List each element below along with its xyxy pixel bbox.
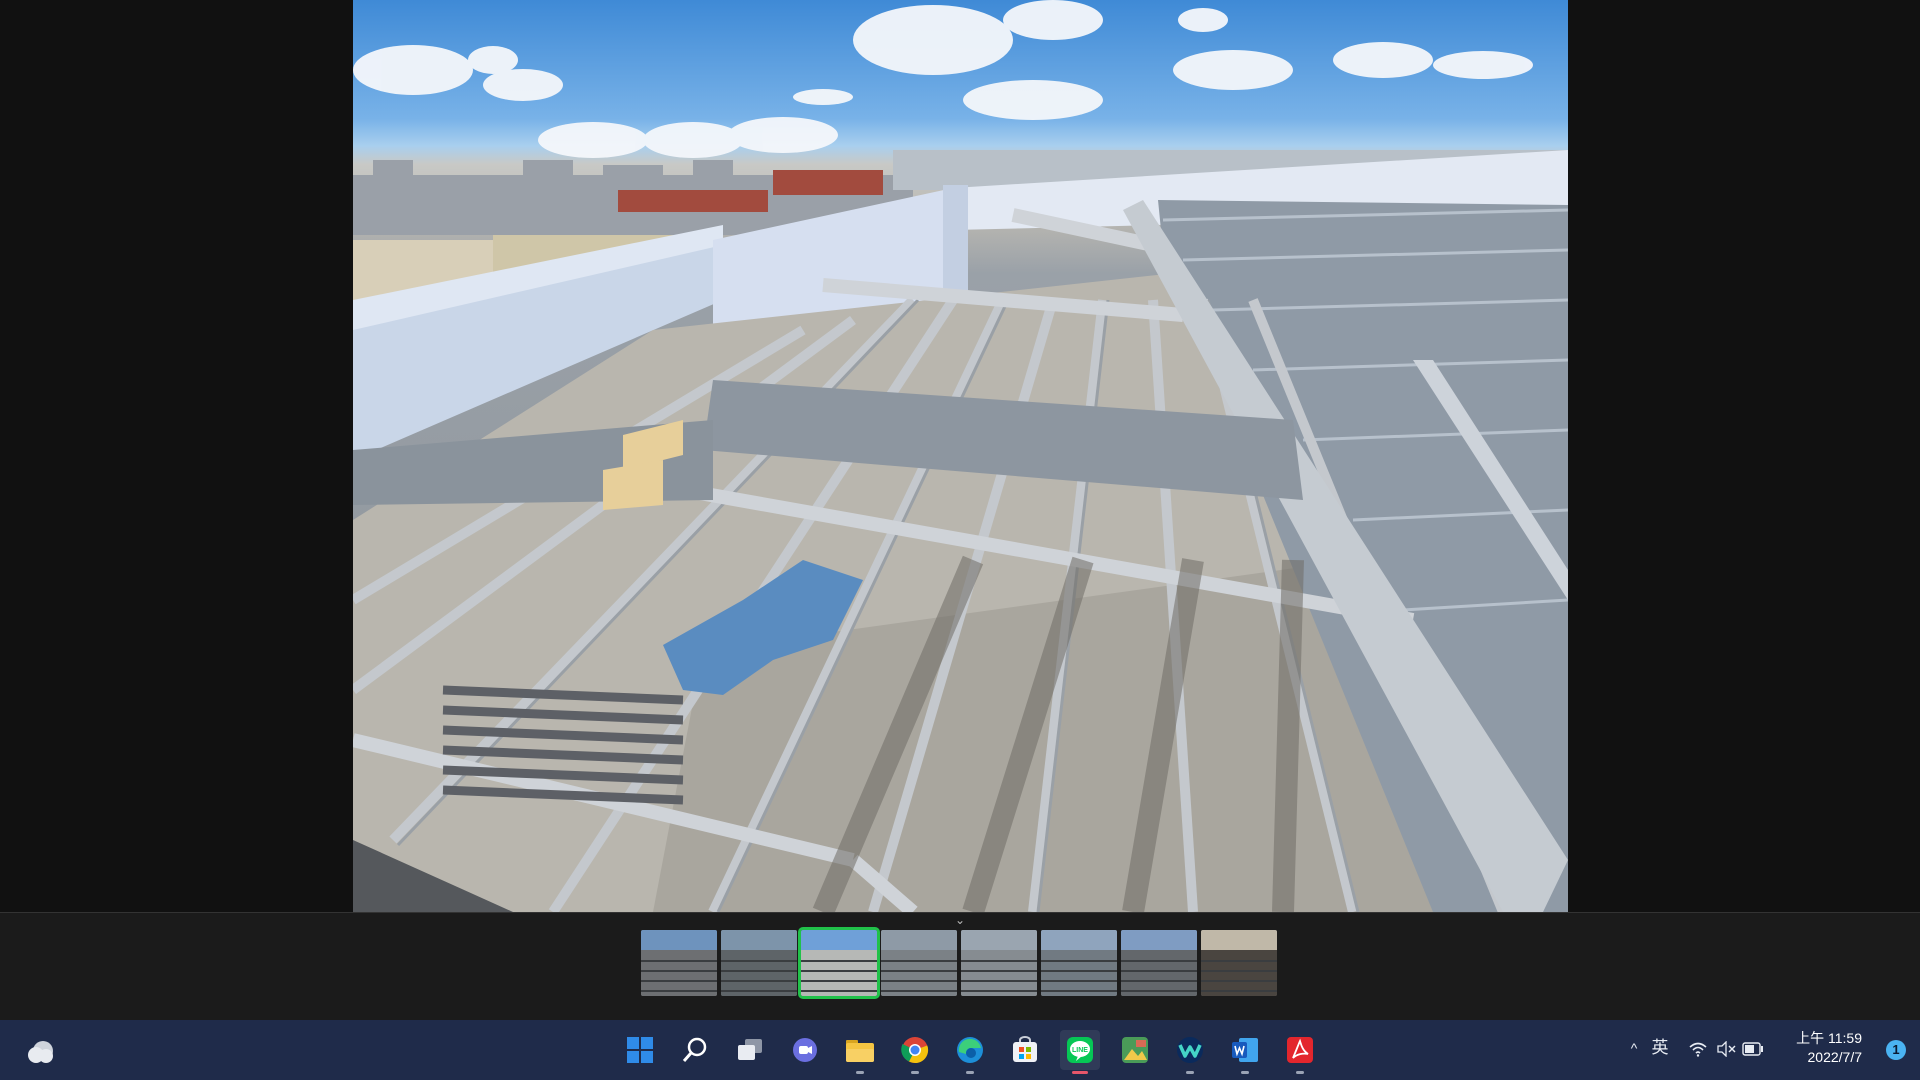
running-indicator — [1072, 1071, 1088, 1074]
windows-start-icon[interactable] — [620, 1030, 660, 1070]
thumbnail-stripe — [881, 960, 957, 962]
collapse-filmstrip-button[interactable]: ⌄ — [950, 913, 970, 927]
thumbnail-stripe — [1201, 990, 1277, 992]
thumbnail-stripe — [1041, 960, 1117, 962]
battery-icon[interactable] — [1742, 1042, 1764, 1056]
thumbnail-stripe — [1201, 970, 1277, 972]
thumbnail-stripe — [641, 980, 717, 982]
search-icon[interactable] — [675, 1030, 715, 1070]
thumbnail-stripe — [801, 980, 877, 982]
taskbar: LINE ^ 英 上午 11:59 2022/7/7 1 — [0, 1020, 1920, 1080]
thumbnail-photo-6[interactable] — [1041, 930, 1117, 996]
edge-icon[interactable] — [950, 1030, 990, 1074]
thumbnail-photo-4[interactable] — [881, 930, 957, 996]
clock[interactable]: 上午 11:59 2022/7/7 — [1782, 1029, 1862, 1067]
word-icon[interactable] — [1225, 1030, 1265, 1074]
thumbnail-stripe — [961, 960, 1037, 962]
thumbnail-stripe — [1121, 980, 1197, 982]
thumbnail-sky — [641, 930, 717, 950]
system-tray: ^ 英 上午 11:59 2022/7/7 1 — [1620, 1020, 1920, 1080]
thumbnail-stripe — [1041, 980, 1117, 982]
thumbnail-sky — [961, 930, 1037, 950]
running-indicator — [1241, 1071, 1249, 1074]
wifi-icon[interactable] — [1688, 1041, 1708, 1057]
running-indicator — [856, 1071, 864, 1074]
thumbnail-stripe — [881, 980, 957, 982]
thumbnail-stripe — [721, 990, 797, 992]
thumbnail-stripe — [721, 960, 797, 962]
volume-muted-icon[interactable] — [1716, 1041, 1736, 1057]
thumbnail-stripe — [961, 980, 1037, 982]
clock-date: 2022/7/7 — [1807, 1049, 1863, 1065]
photo-viewer — [0, 0, 1920, 912]
thumbnail-stripe — [1041, 970, 1117, 972]
photo-scene — [353, 0, 1568, 912]
thumbnail-photo-5[interactable] — [961, 930, 1037, 996]
task-view-icon[interactable] — [730, 1030, 770, 1070]
main-photo[interactable] — [353, 0, 1568, 912]
thumbnail-photo-3[interactable] — [798, 927, 880, 999]
thumbnail-stripe — [1121, 960, 1197, 962]
running-indicator — [966, 1071, 974, 1074]
thumbnail-sky — [721, 930, 797, 950]
thumbnail-stripe — [801, 990, 877, 992]
thumbnail-stripe — [881, 970, 957, 972]
thumbnail-stripe — [1201, 960, 1277, 962]
thumbnail-stripe — [1041, 990, 1117, 992]
weather-widget-icon[interactable] — [24, 1034, 58, 1068]
thumbnail-stripe — [881, 990, 957, 992]
thumbnail-sky — [801, 930, 877, 950]
thumbnail-sky — [1201, 930, 1277, 950]
thumbnail-sky — [1041, 930, 1117, 950]
thumbnail-sky — [1121, 930, 1197, 950]
thumbnail-photo-2[interactable] — [721, 930, 797, 996]
thumbnail-stripe — [641, 960, 717, 962]
thumbnail-stripe — [961, 990, 1037, 992]
show-hidden-icons-chevron[interactable]: ^ — [1626, 1038, 1642, 1058]
thumbnail-stripe — [721, 980, 797, 982]
thumbnail-stripe — [721, 970, 797, 972]
filmstrip: ⌄ — [0, 912, 1920, 1021]
acrobat-icon[interactable] — [1280, 1030, 1320, 1074]
chrome-icon[interactable] — [895, 1030, 935, 1074]
running-indicator — [1186, 1071, 1194, 1074]
thumbnail-photo-1[interactable] — [641, 930, 717, 996]
running-indicator — [911, 1071, 919, 1074]
thumbnail-stripe — [641, 990, 717, 992]
notification-badge[interactable]: 1 — [1886, 1040, 1906, 1060]
chat-icon[interactable] — [785, 1030, 825, 1070]
running-indicator — [1296, 1071, 1304, 1074]
thumbnail-stripe — [961, 970, 1037, 972]
thumbnail-sky — [881, 930, 957, 950]
photos-app-icon[interactable] — [1115, 1030, 1155, 1070]
thumbnail-stripe — [1201, 980, 1277, 982]
thumbnail-stripe — [1121, 990, 1197, 992]
thumbnail-photo-8[interactable] — [1201, 930, 1277, 996]
thumbnail-photo-7[interactable] — [1121, 930, 1197, 996]
webex-icon[interactable] — [1170, 1030, 1210, 1074]
thumbnail-stripe — [801, 970, 877, 972]
line-icon[interactable]: LINE — [1060, 1030, 1100, 1074]
thumbnail-stripe — [641, 970, 717, 972]
thumbnail-stripe — [1121, 970, 1197, 972]
thumbnail-stripe — [801, 960, 877, 962]
svg-text:LINE: LINE — [1072, 1047, 1088, 1054]
file-explorer-icon[interactable] — [840, 1030, 880, 1074]
clock-time: 上午 11:59 — [1796, 1030, 1862, 1046]
store-icon[interactable] — [1005, 1030, 1045, 1070]
ime-language-indicator[interactable]: 英 — [1650, 1038, 1670, 1058]
